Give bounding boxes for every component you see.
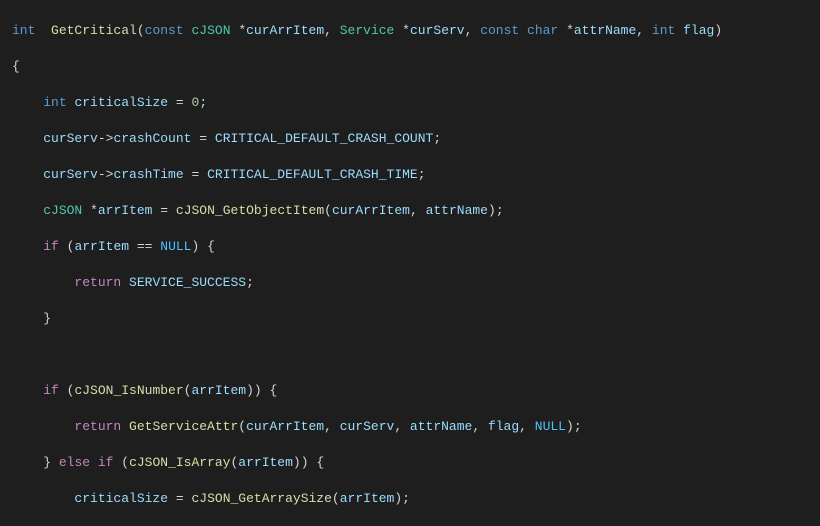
t: if [43,239,59,254]
t: int [12,23,35,38]
t: return [74,275,121,290]
t: criticalSize [74,491,168,506]
t: = [176,95,184,110]
t: curServ [43,131,98,146]
code-line: return GetServiceAttr(curArrItem, curSer… [12,418,820,436]
t: -> [98,131,114,146]
code-line: } [12,310,820,328]
t: Service [340,23,395,38]
t: ; [418,167,426,182]
code-line: { [12,58,820,76]
t: arrItem [238,455,293,470]
code-line: cJSON *arrItem = cJSON_GetObjectItem(cur… [12,202,820,220]
t: arrItem [74,239,129,254]
t: curServ [340,419,395,434]
t: ; [246,275,254,290]
t: curArrItem [246,23,324,38]
t: NULL [535,419,566,434]
t: -> [98,167,114,182]
t: ; [496,203,504,218]
code-line: criticalSize = cJSON_GetArraySize(arrIte… [12,490,820,508]
t: * [90,203,98,218]
t: ; [199,95,207,110]
t: CRITICAL_DEFAULT_CRASH_TIME [207,167,418,182]
t: NULL [160,239,191,254]
t: flag [683,23,714,38]
t: * [402,23,410,38]
t: cJSON_GetObjectItem [176,203,324,218]
t: curArrItem [332,203,410,218]
t: SERVICE_SUCCESS [129,275,246,290]
code-line: int criticalSize = 0; [12,94,820,112]
t: attrName [574,23,636,38]
code-line: if (arrItem == NULL) { [12,238,820,256]
t: } [43,455,51,470]
t: curArrItem [246,419,324,434]
t: = [176,491,184,506]
t: if [43,383,59,398]
t: { [316,455,324,470]
t: { [207,239,215,254]
t: { [269,383,277,398]
code-line: curServ->crashTime = CRITICAL_DEFAULT_CR… [12,166,820,184]
t: return [74,419,121,434]
t: crashTime [113,167,183,182]
code-line: int GetCritical(const cJSON *curArrItem,… [12,22,820,40]
t: ; [574,419,582,434]
code-line: return SERVICE_SUCCESS; [12,274,820,292]
t: attrName [426,203,488,218]
t: curServ [43,167,98,182]
code-line: } else if (cJSON_IsArray(arrItem)) { [12,454,820,472]
t: cJSON_IsArray [129,455,230,470]
t: arrItem [340,491,395,506]
t: const [145,23,184,38]
t: crashCount [113,131,191,146]
t: GetCritical [51,23,137,38]
t: ; [402,491,410,506]
t: arrItem [98,203,153,218]
t: cJSON_GetArraySize [191,491,331,506]
t: int [652,23,675,38]
t: * [238,23,246,38]
t: cJSON [191,23,230,38]
t: else if [59,455,114,470]
code-line [12,346,820,364]
t: = [160,203,168,218]
t: * [566,23,574,38]
t: char [527,23,558,38]
t: ; [433,131,441,146]
t: == [137,239,153,254]
t: attrName [410,419,472,434]
t: curServ [410,23,465,38]
t: } [43,311,51,326]
code-editor[interactable]: int GetCritical(const cJSON *curArrItem,… [0,0,820,526]
t: arrItem [191,383,246,398]
t: int [43,95,66,110]
t: cJSON_IsNumber [74,383,183,398]
t: { [12,59,20,74]
t: criticalSize [74,95,168,110]
t: const [480,23,519,38]
t: cJSON [43,203,82,218]
t: GetServiceAttr [129,419,238,434]
t: flag [488,419,519,434]
t: = [199,131,207,146]
code-line: if (cJSON_IsNumber(arrItem)) { [12,382,820,400]
t: CRITICAL_DEFAULT_CRASH_COUNT [215,131,433,146]
code-line: curServ->crashCount = CRITICAL_DEFAULT_C… [12,130,820,148]
